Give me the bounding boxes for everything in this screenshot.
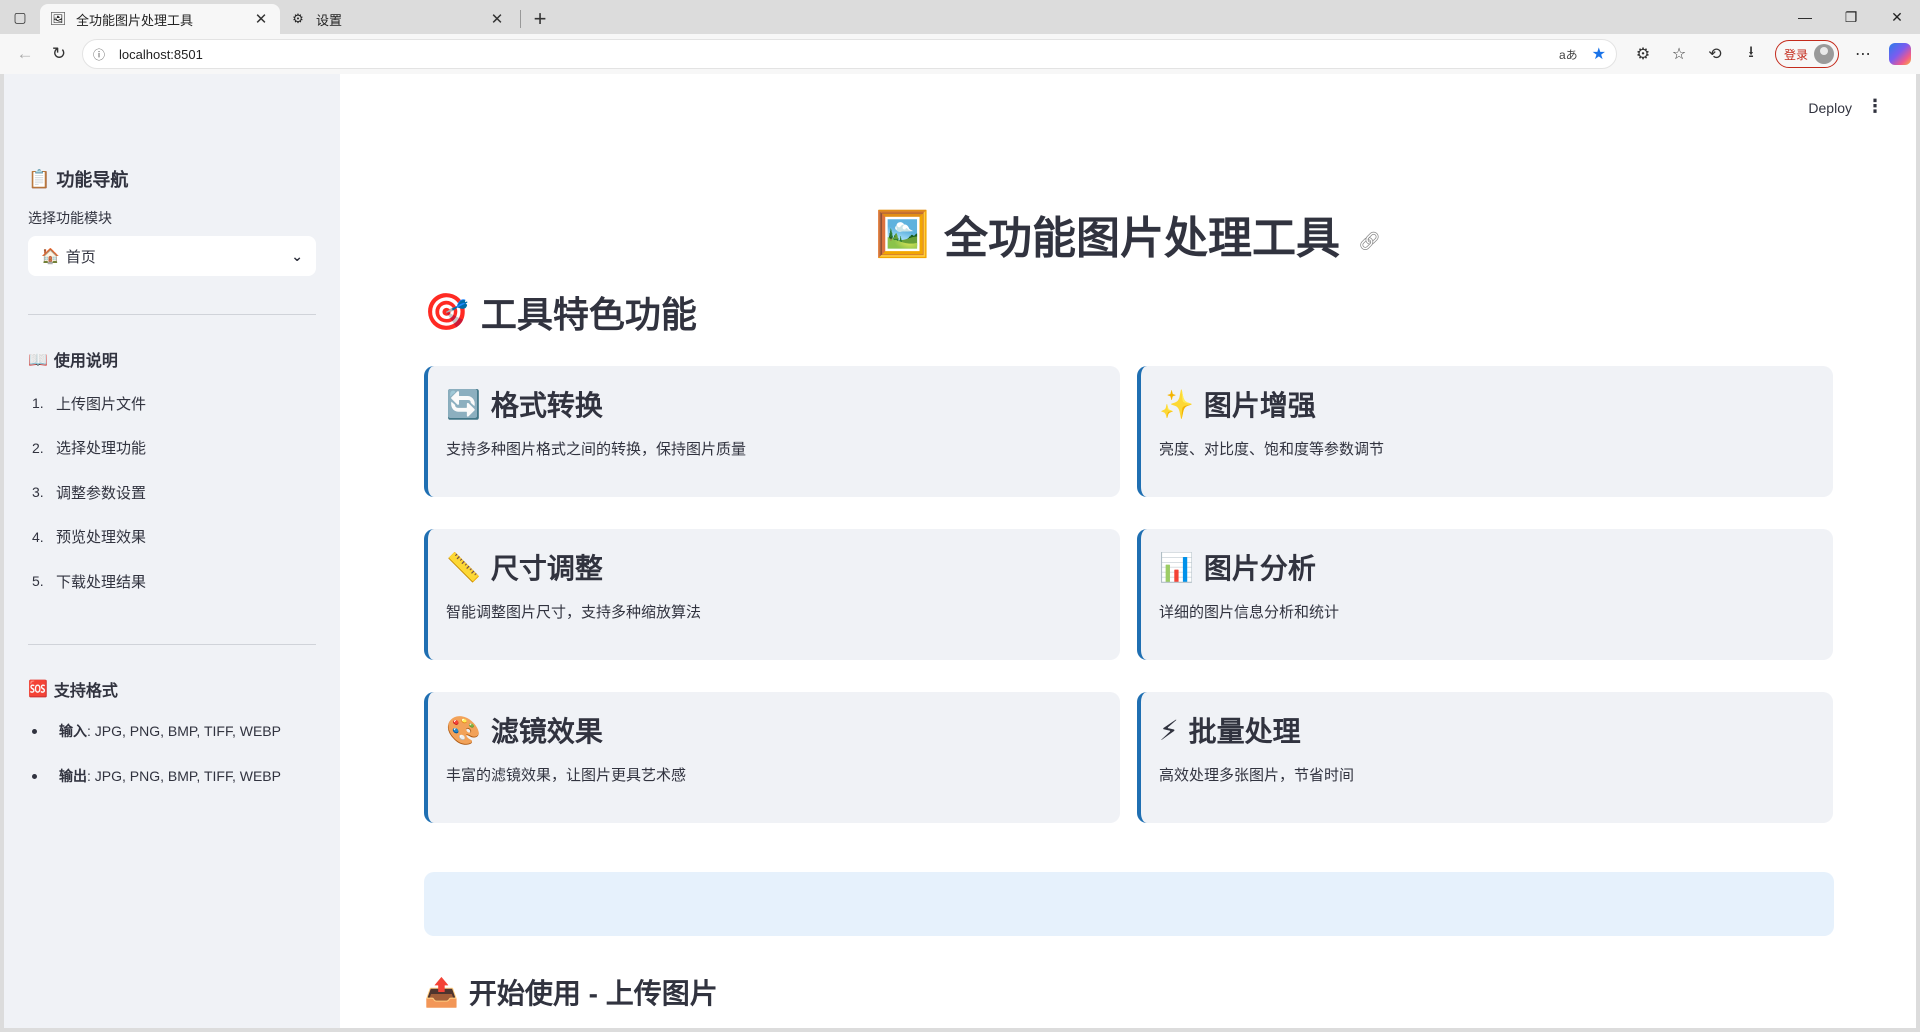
download-icon[interactable]: ⭳ bbox=[1733, 38, 1769, 70]
palette-icon: 🎨 bbox=[446, 713, 481, 747]
usage-heading-text: 使用说明 bbox=[53, 353, 118, 370]
sidebar: 📋 功能导航 选择功能模块 🏠 首页 ⌄ 📖 使用说明 1. 上传图片文件 2. 选… bbox=[4, 74, 340, 1028]
select-label: 选择功能模块 bbox=[28, 210, 112, 226]
nav-heading: 📋 功能导航 bbox=[28, 166, 316, 192]
card-description: 智能调整图片尺寸，支持多种缩放算法 bbox=[446, 604, 702, 621]
close-window-button[interactable]: ✕ bbox=[1874, 0, 1920, 34]
card-title: 滤镜效果 bbox=[490, 716, 603, 747]
book-icon: 📖 bbox=[28, 349, 48, 369]
site-info-icon[interactable]: ⓘ bbox=[93, 46, 111, 63]
feature-card-analysis: 📊 图片分析 详细的图片信息分析和统计 bbox=[1137, 529, 1833, 660]
card-title: 图片增强 bbox=[1203, 390, 1316, 421]
browser-right-icons: ⚙ ☆ ⟲ ⭳ 登录 ⋯ bbox=[1625, 38, 1912, 70]
clipboard-icon: 📋 bbox=[28, 168, 51, 190]
usage-steps: 1. 上传图片文件 2. 选择处理功能 3. 调整参数设置 4. 预览处理效果 5. 下载… bbox=[28, 381, 316, 604]
login-label: 登录 bbox=[1784, 47, 1809, 62]
tab-separator bbox=[520, 10, 521, 28]
favorite-star-icon[interactable]: ★ bbox=[1592, 44, 1606, 64]
upload-heading-text: 开始使用 - 上传图片 bbox=[468, 978, 718, 1009]
more-options-icon[interactable]: ⋯ bbox=[1845, 38, 1881, 70]
copilot-icon[interactable] bbox=[1889, 43, 1912, 65]
main-menu-icon[interactable]: ⋮ bbox=[1866, 96, 1884, 117]
feature-card-format-convert: 🔄 格式转换 支持多种图片格式之间的转换，保持图片质量 bbox=[424, 366, 1120, 497]
formats-heading: 🆘 支持格式 bbox=[28, 677, 316, 701]
login-button[interactable]: 登录 bbox=[1775, 40, 1840, 68]
page-title-text: 全功能图片处理工具 bbox=[943, 214, 1340, 263]
card-description: 支持多种图片格式之间的转换，保持图片质量 bbox=[446, 441, 747, 458]
divider bbox=[28, 643, 316, 645]
house-icon: 🏠 bbox=[41, 247, 60, 265]
tab-image-tool[interactable]: 🖼 全功能图片处理工具 ✕ bbox=[40, 4, 280, 34]
close-tab-icon[interactable]: ✕ bbox=[488, 10, 506, 28]
url-text[interactable]: localhost:8501 bbox=[119, 47, 1559, 62]
address-bar[interactable]: ⓘ localhost:8501 aあ ★ bbox=[82, 39, 1617, 69]
browser-tab-bar: ▢ 🖼 全功能图片处理工具 ✕ ⚙ 设置 ✕ + — ❐ ✕ bbox=[0, 0, 1920, 34]
minimize-button[interactable]: — bbox=[1782, 0, 1828, 34]
tab-title: 设置 bbox=[316, 12, 343, 28]
favorites-icon[interactable]: ☆ bbox=[1661, 38, 1697, 70]
new-tab-button[interactable]: + bbox=[525, 4, 555, 34]
card-description: 丰富的滤镜效果，让图片更具艺术感 bbox=[446, 767, 687, 784]
deploy-button[interactable]: Deploy bbox=[1808, 100, 1852, 116]
module-select[interactable]: 🏠 首页 ⌄ bbox=[28, 236, 316, 276]
refresh-button[interactable]: ↻ bbox=[42, 38, 76, 70]
nav-heading-text: 功能导航 bbox=[56, 170, 129, 190]
feature-card-enhance: ✨ 图片增强 亮度、对比度、饱和度等参数调节 bbox=[1137, 366, 1833, 497]
list-item: 输出: JPG, PNG, BMP, TIFF, WEBP bbox=[28, 754, 316, 799]
card-description: 亮度、对比度、饱和度等参数调节 bbox=[1159, 441, 1385, 458]
restore-button[interactable]: ❐ bbox=[1828, 0, 1874, 34]
ruler-icon: 📏 bbox=[446, 550, 481, 584]
card-title: 尺寸调整 bbox=[490, 553, 603, 584]
history-icon[interactable]: ⟲ bbox=[1697, 38, 1733, 70]
card-title: 批量处理 bbox=[1188, 716, 1301, 747]
target-icon: 🎯 bbox=[424, 292, 469, 333]
formats-list: 输入: JPG, PNG, BMP, TIFF, WEBP 输出: JPG, P… bbox=[28, 709, 316, 799]
features-heading: 🎯 工具特色功能 bbox=[424, 286, 697, 338]
card-title: 图片分析 bbox=[1203, 553, 1316, 584]
list-item: 3. 调整参数设置 bbox=[32, 484, 147, 502]
window-controls: — ❐ ✕ bbox=[1782, 0, 1920, 34]
close-tab-icon[interactable]: ✕ bbox=[252, 10, 270, 28]
lightning-icon: ⚡ bbox=[1159, 713, 1179, 747]
bar-chart-icon: 📊 bbox=[1159, 550, 1194, 584]
list-item: 输入: JPG, PNG, BMP, TIFF, WEBP bbox=[28, 709, 316, 754]
page-title: 🖼️ 全功能图片处理工具 🔗︎ bbox=[340, 202, 1916, 266]
list-item: 1. 上传图片文件 bbox=[32, 395, 147, 413]
feature-card-resize: 📏 尺寸调整 智能调整图片尺寸，支持多种缩放算法 bbox=[424, 529, 1120, 660]
usage-heading: 📖 使用说明 bbox=[28, 347, 316, 371]
browser-toolbar: ← ↻ ⓘ localhost:8501 aあ ★ ⚙ ☆ ⟲ ⭳ 登录 ⋯ bbox=[0, 34, 1920, 74]
tab-settings[interactable]: ⚙ 设置 ✕ bbox=[280, 4, 516, 34]
extensions-icon[interactable]: ⚙ bbox=[1625, 38, 1661, 70]
sparkles-icon: ✨ bbox=[1159, 387, 1194, 421]
avatar bbox=[1814, 44, 1835, 64]
read-aloud-icon[interactable]: aあ bbox=[1559, 46, 1578, 63]
features-heading-text: 工具特色功能 bbox=[480, 294, 697, 335]
chevron-down-icon[interactable]: ⌄ bbox=[291, 248, 303, 265]
select-value: 首页 bbox=[65, 248, 96, 266]
list-item: 2. 选择处理功能 bbox=[32, 439, 147, 458]
info-box bbox=[424, 872, 1834, 936]
feature-card-filters: 🎨 滤镜效果 丰富的滤镜效果，让图片更具艺术感 bbox=[424, 692, 1120, 823]
tab-title: 全功能图片处理工具 bbox=[76, 12, 194, 28]
anchor-link-icon[interactable]: 🔗︎ bbox=[1358, 231, 1381, 252]
picture-favicon: 🖼 bbox=[49, 11, 67, 27]
feature-card-batch: ⚡ 批量处理 高效处理多张图片，节省时间 bbox=[1137, 692, 1833, 823]
card-description: 详细的图片信息分析和统计 bbox=[1159, 604, 1340, 621]
divider bbox=[28, 314, 316, 315]
formats-heading-text: 支持格式 bbox=[53, 682, 118, 700]
gear-icon: ⚙ bbox=[292, 11, 304, 26]
tab-actions-icon[interactable]: ▢ bbox=[0, 0, 40, 34]
main-content: Deploy ⋮ 🖼️ 全功能图片处理工具 🔗︎ 🎯 工具特色功能 🔄 格式转换 … bbox=[340, 74, 1916, 1028]
convert-icon: 🔄 bbox=[446, 387, 481, 421]
upload-heading: 📤 开始使用 - 上传图片 bbox=[424, 972, 718, 1012]
list-item: 4. 预览处理效果 bbox=[32, 528, 147, 547]
sos-icon: 🆘 bbox=[28, 679, 48, 698]
back-button[interactable]: ← bbox=[8, 38, 42, 70]
upload-tray-icon: 📤 bbox=[424, 975, 459, 1009]
card-description: 高效处理多张图片，节省时间 bbox=[1159, 767, 1355, 784]
page-viewport: 📋 功能导航 选择功能模块 🏠 首页 ⌄ 📖 使用说明 1. 上传图片文件 2. 选… bbox=[4, 74, 1916, 1028]
list-item: 5. 下载处理结果 bbox=[32, 573, 147, 591]
card-title: 格式转换 bbox=[490, 390, 603, 421]
picture-icon: 🖼️ bbox=[875, 209, 930, 260]
